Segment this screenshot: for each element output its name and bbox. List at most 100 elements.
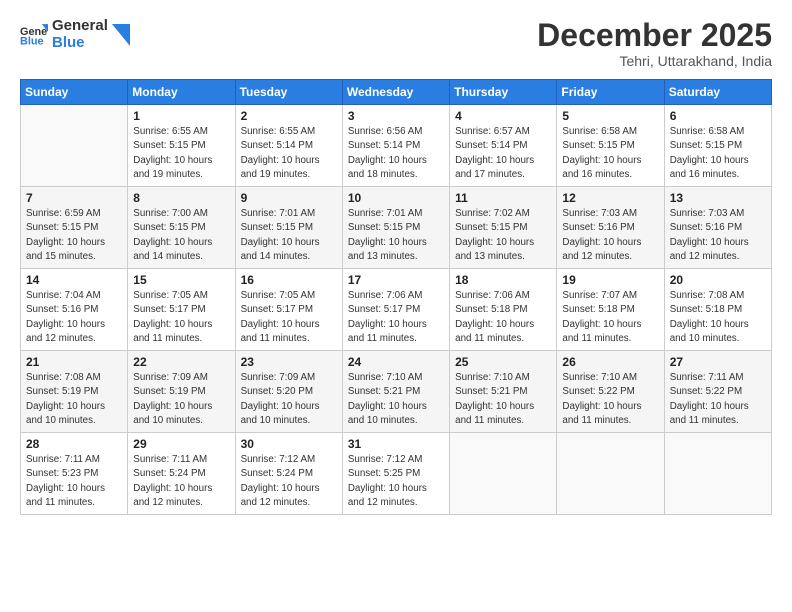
day-info: Sunrise: 7:03 AM Sunset: 5:16 PM Dayligh…	[562, 207, 658, 264]
calendar-header-row: Sunday Monday Tuesday Wednesday Thursday…	[21, 80, 772, 105]
table-row: 19Sunrise: 7:07 AM Sunset: 5:18 PM Dayli…	[557, 269, 664, 351]
day-info: Sunrise: 7:05 AM Sunset: 5:17 PM Dayligh…	[133, 289, 229, 346]
location-subtitle: Tehri, Uttarakhand, India	[537, 53, 772, 69]
table-row: 8Sunrise: 7:00 AM Sunset: 5:15 PM Daylig…	[128, 187, 235, 269]
table-row: 13Sunrise: 7:03 AM Sunset: 5:16 PM Dayli…	[664, 187, 771, 269]
day-number: 12	[562, 191, 658, 205]
day-number: 17	[348, 273, 444, 287]
logo-arrow-icon	[112, 24, 130, 46]
table-row: 9 Sunrise: 7:01 AM Sunset: 5:15 PM Daylig…	[235, 187, 342, 269]
month-title: December 2025	[537, 18, 772, 53]
day-info: Sunrise: 6:55 AM Sunset: 5:14 PM Dayligh…	[241, 125, 337, 182]
day-info: Sunrise: 7:09 AM Sunset: 5:19 PM Dayligh…	[133, 371, 229, 428]
table-row: 30 Sunrise: 7:12 AM Sunset: 5:24 PM Dayli…	[235, 433, 342, 515]
table-row: 25Sunrise: 7:10 AM Sunset: 5:21 PM Dayli…	[450, 351, 557, 433]
day-info: Sunrise: 7:11 AM Sunset: 5:24 PM Dayligh…	[133, 453, 229, 510]
calendar-week-row: 7 Sunrise: 6:59 AM Sunset: 5:15 PM Daylig…	[21, 187, 772, 269]
day-info: Sunrise: 7:08 AM Sunset: 5:18 PM Dayligh…	[670, 289, 766, 346]
table-row	[450, 433, 557, 515]
day-number: 29	[133, 437, 229, 451]
table-row: 17 Sunrise: 7:06 AM Sunset: 5:17 PM Dayli…	[342, 269, 449, 351]
logo: General Blue General Blue	[20, 18, 130, 51]
day-number: 15	[133, 273, 229, 287]
day-info: Sunrise: 7:01 AM Sunset: 5:15 PM Dayligh…	[348, 207, 444, 264]
table-row: 26Sunrise: 7:10 AM Sunset: 5:22 PM Dayli…	[557, 351, 664, 433]
day-info: Sunrise: 6:58 AM Sunset: 5:15 PM Dayligh…	[670, 125, 766, 182]
day-info: Sunrise: 6:57 AM Sunset: 5:14 PM Dayligh…	[455, 125, 551, 182]
day-number: 27	[670, 355, 766, 369]
title-block: December 2025 Tehri, Uttarakhand, India	[537, 18, 772, 69]
day-info: Sunrise: 7:11 AM Sunset: 5:23 PM Dayligh…	[26, 453, 122, 510]
table-row: 22 Sunrise: 7:09 AM Sunset: 5:19 PM Dayli…	[128, 351, 235, 433]
day-number: 18	[455, 273, 551, 287]
header-friday: Friday	[557, 80, 664, 105]
table-row: 31 Sunrise: 7:12 AM Sunset: 5:25 PM Dayli…	[342, 433, 449, 515]
table-row: 29 Sunrise: 7:11 AM Sunset: 5:24 PM Dayli…	[128, 433, 235, 515]
day-number: 6	[670, 109, 766, 123]
calendar-week-row: 14 Sunrise: 7:04 AM Sunset: 5:16 PM Dayli…	[21, 269, 772, 351]
day-info: Sunrise: 7:10 AM Sunset: 5:22 PM Dayligh…	[562, 371, 658, 428]
day-number: 28	[26, 437, 122, 451]
table-row: 28 Sunrise: 7:11 AM Sunset: 5:23 PM Dayli…	[21, 433, 128, 515]
day-number: 2	[241, 109, 337, 123]
day-number: 9	[241, 191, 337, 205]
day-info: Sunrise: 7:10 AM Sunset: 5:21 PM Dayligh…	[455, 371, 551, 428]
day-number: 5	[562, 109, 658, 123]
header-tuesday: Tuesday	[235, 80, 342, 105]
day-number: 7	[26, 191, 122, 205]
table-row	[21, 105, 128, 187]
day-info: Sunrise: 7:01 AM Sunset: 5:15 PM Dayligh…	[241, 207, 337, 264]
day-number: 13	[670, 191, 766, 205]
day-info: Sunrise: 6:55 AM Sunset: 5:15 PM Dayligh…	[133, 125, 229, 182]
table-row: 6 Sunrise: 6:58 AM Sunset: 5:15 PM Daylig…	[664, 105, 771, 187]
table-row: 18 Sunrise: 7:06 AM Sunset: 5:18 PM Dayli…	[450, 269, 557, 351]
day-number: 1	[133, 109, 229, 123]
table-row: 12 Sunrise: 7:03 AM Sunset: 5:16 PM Dayli…	[557, 187, 664, 269]
table-row: 1 Sunrise: 6:55 AM Sunset: 5:15 PM Daylig…	[128, 105, 235, 187]
table-row: 14 Sunrise: 7:04 AM Sunset: 5:16 PM Dayli…	[21, 269, 128, 351]
table-row: 5 Sunrise: 6:58 AM Sunset: 5:15 PM Daylig…	[557, 105, 664, 187]
header-sunday: Sunday	[21, 80, 128, 105]
table-row: 3 Sunrise: 6:56 AM Sunset: 5:14 PM Daylig…	[342, 105, 449, 187]
day-info: Sunrise: 7:10 AM Sunset: 5:21 PM Dayligh…	[348, 371, 444, 428]
day-number: 24	[348, 355, 444, 369]
day-info: Sunrise: 7:06 AM Sunset: 5:18 PM Dayligh…	[455, 289, 551, 346]
table-row	[664, 433, 771, 515]
header-wednesday: Wednesday	[342, 80, 449, 105]
day-info: Sunrise: 7:04 AM Sunset: 5:16 PM Dayligh…	[26, 289, 122, 346]
day-number: 30	[241, 437, 337, 451]
day-number: 21	[26, 355, 122, 369]
day-number: 22	[133, 355, 229, 369]
table-row: 7 Sunrise: 6:59 AM Sunset: 5:15 PM Daylig…	[21, 187, 128, 269]
day-number: 31	[348, 437, 444, 451]
calendar-week-row: 28 Sunrise: 7:11 AM Sunset: 5:23 PM Dayli…	[21, 433, 772, 515]
logo-icon: General Blue	[20, 21, 48, 49]
table-row: 4Sunrise: 6:57 AM Sunset: 5:14 PM Daylig…	[450, 105, 557, 187]
day-info: Sunrise: 7:09 AM Sunset: 5:20 PM Dayligh…	[241, 371, 337, 428]
day-info: Sunrise: 6:58 AM Sunset: 5:15 PM Dayligh…	[562, 125, 658, 182]
table-row: 21Sunrise: 7:08 AM Sunset: 5:19 PM Dayli…	[21, 351, 128, 433]
table-row: 16 Sunrise: 7:05 AM Sunset: 5:17 PM Dayli…	[235, 269, 342, 351]
logo-blue: Blue	[52, 34, 85, 51]
day-info: Sunrise: 6:59 AM Sunset: 5:15 PM Dayligh…	[26, 207, 122, 264]
day-info: Sunrise: 7:12 AM Sunset: 5:24 PM Dayligh…	[241, 453, 337, 510]
day-info: Sunrise: 7:05 AM Sunset: 5:17 PM Dayligh…	[241, 289, 337, 346]
table-row	[557, 433, 664, 515]
day-number: 3	[348, 109, 444, 123]
day-info: Sunrise: 6:56 AM Sunset: 5:14 PM Dayligh…	[348, 125, 444, 182]
svg-text:Blue: Blue	[20, 35, 44, 47]
day-number: 14	[26, 273, 122, 287]
logo-general: General	[52, 17, 108, 34]
day-info: Sunrise: 7:06 AM Sunset: 5:17 PM Dayligh…	[348, 289, 444, 346]
table-row: 27Sunrise: 7:11 AM Sunset: 5:22 PM Dayli…	[664, 351, 771, 433]
header-thursday: Thursday	[450, 80, 557, 105]
table-row: 2 Sunrise: 6:55 AM Sunset: 5:14 PM Daylig…	[235, 105, 342, 187]
day-info: Sunrise: 7:02 AM Sunset: 5:15 PM Dayligh…	[455, 207, 551, 264]
day-number: 8	[133, 191, 229, 205]
calendar-week-row: 1 Sunrise: 6:55 AM Sunset: 5:15 PM Daylig…	[21, 105, 772, 187]
day-number: 23	[241, 355, 337, 369]
table-row: 23 Sunrise: 7:09 AM Sunset: 5:20 PM Dayli…	[235, 351, 342, 433]
day-number: 16	[241, 273, 337, 287]
day-info: Sunrise: 7:12 AM Sunset: 5:25 PM Dayligh…	[348, 453, 444, 510]
table-row: 20Sunrise: 7:08 AM Sunset: 5:18 PM Dayli…	[664, 269, 771, 351]
